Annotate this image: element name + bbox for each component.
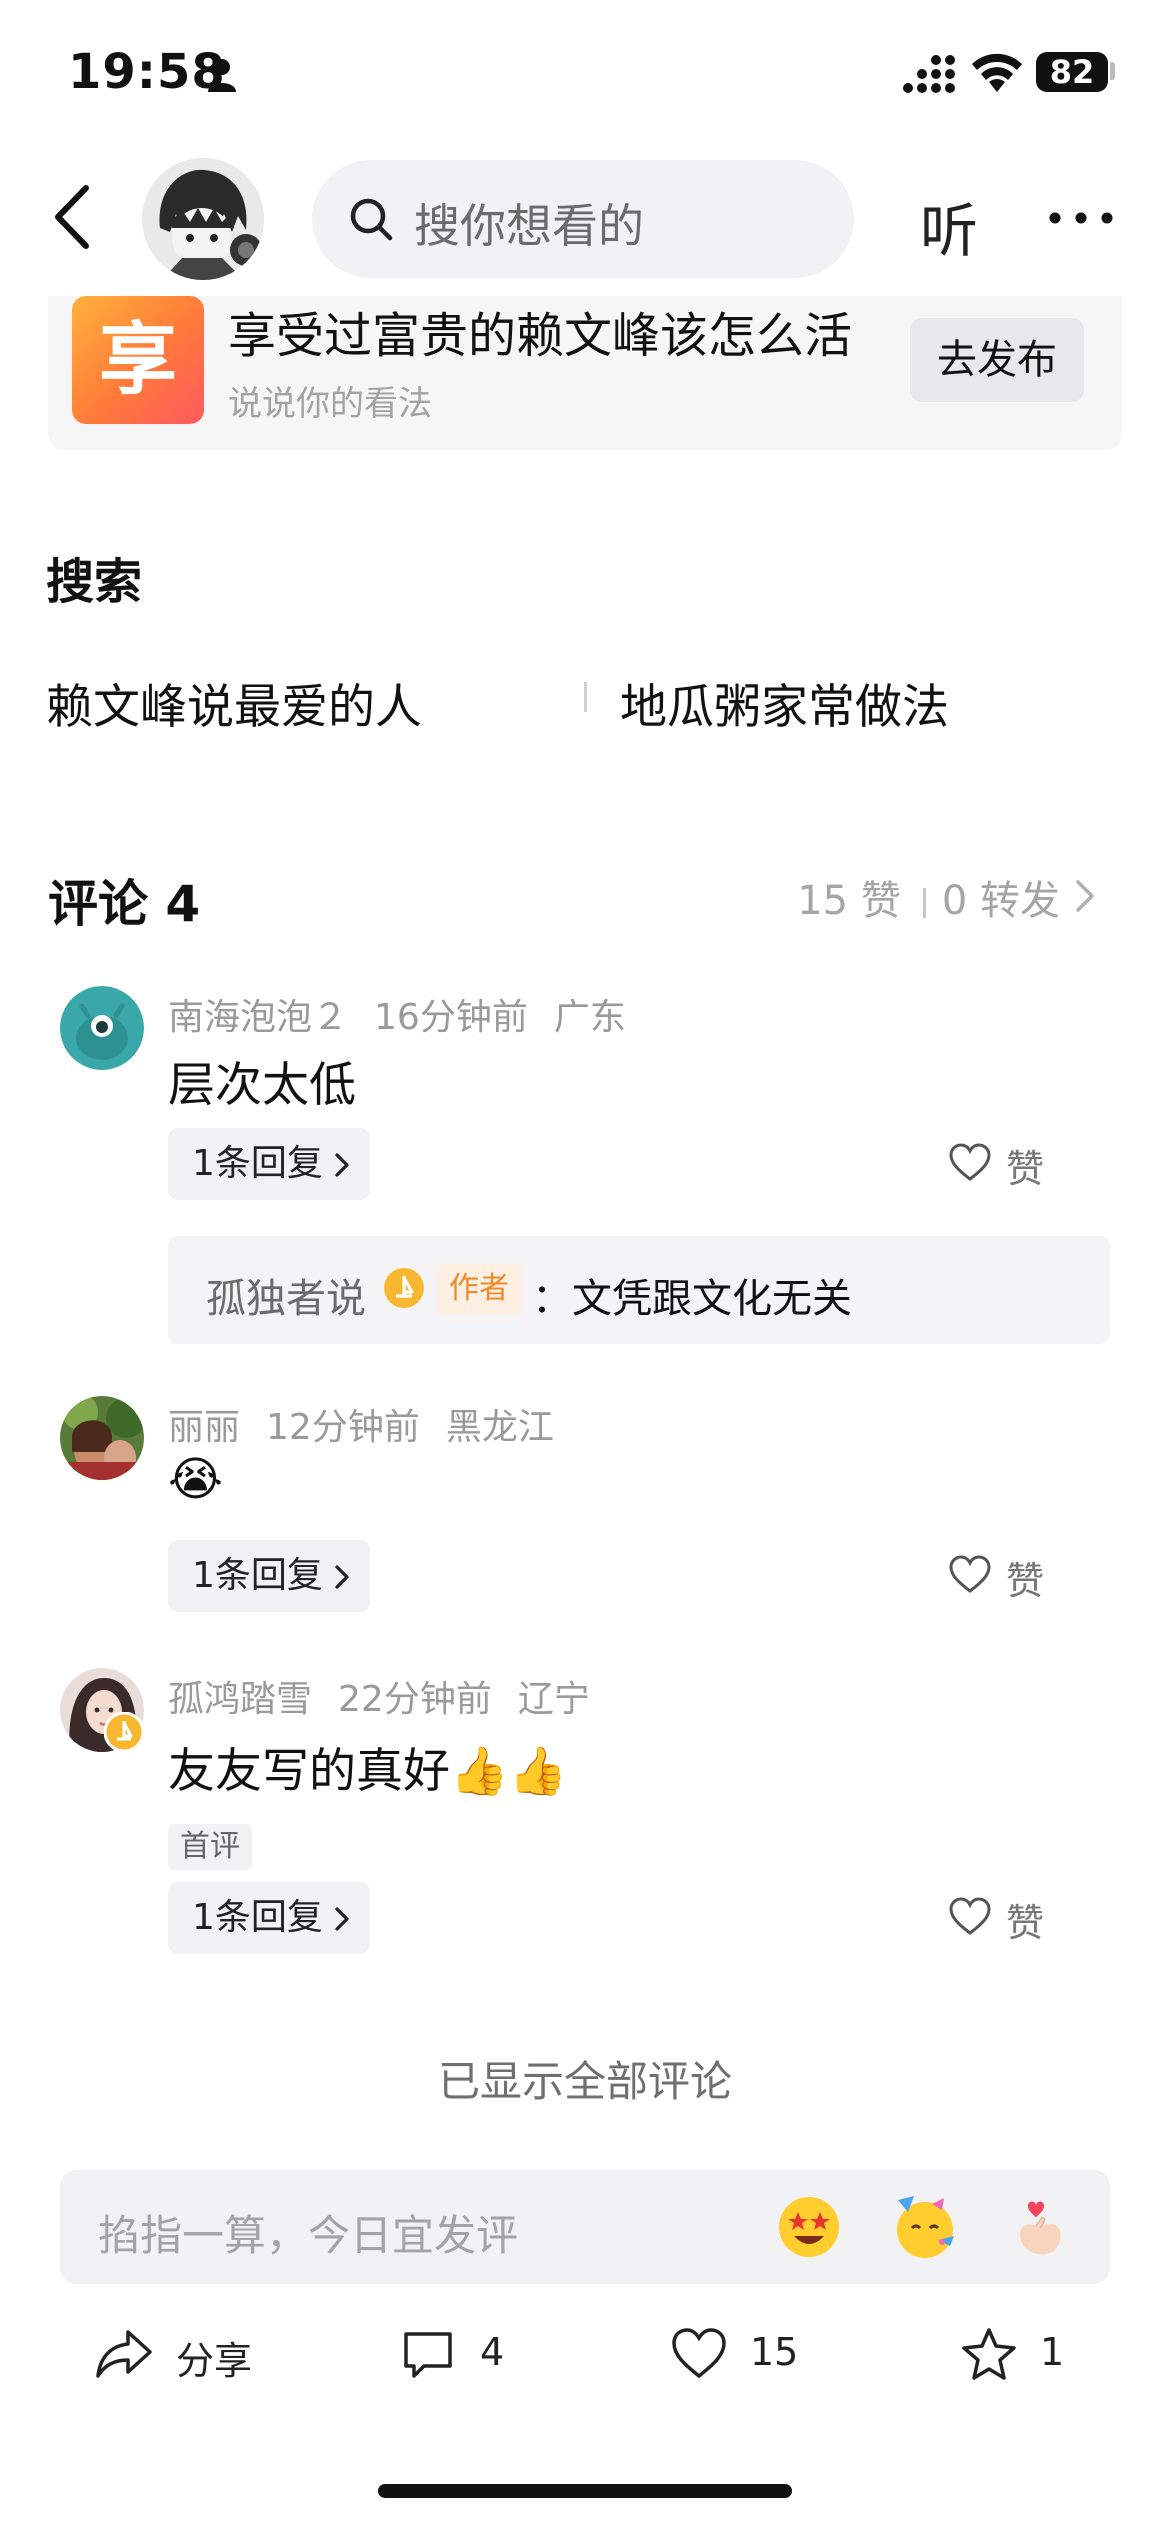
reply-preview[interactable]: 孤独者说 作者 ：文凭跟文化无关 — [168, 1236, 1110, 1344]
chevron-right-icon[interactable] — [1074, 878, 1096, 914]
commenter-name[interactable]: 南海泡泡２ — [168, 997, 348, 1038]
like-post-button[interactable]: 15 — [670, 2320, 810, 2390]
like-label: 赞 — [1006, 1147, 1045, 1191]
search-placeholder: 搜你想看的 — [414, 199, 644, 253]
favorite-button[interactable]: 1 — [960, 2320, 1080, 2390]
back-icon[interactable] — [50, 184, 94, 250]
commenter-name[interactable]: 孤鸿踏雪 — [168, 1679, 312, 1720]
heart-icon — [672, 2328, 726, 2379]
like-comment-button[interactable]: 赞 — [948, 1546, 1068, 1606]
reposts-count: 0 转发 — [941, 878, 1060, 924]
party-face-emoji-icon[interactable] — [892, 2194, 958, 2260]
search-icon — [350, 198, 393, 241]
share-label: 分享 — [176, 2339, 253, 2383]
comment-meta: 南海泡泡２ 16分钟前 广东 — [168, 988, 652, 1040]
home-indicator — [378, 2484, 792, 2498]
replies-label: 1条回复 — [192, 1143, 323, 1184]
comment-emoji: 😭 — [168, 1452, 223, 1507]
search-section-heading: 搜索 — [46, 554, 143, 610]
chevron-right-icon — [335, 1565, 349, 1589]
comment-button[interactable]: 4 — [400, 2320, 520, 2390]
first-comment-tag: 首评 — [168, 1824, 252, 1870]
like-comment-button[interactable]: 赞 — [948, 1888, 1068, 1948]
comment-time: 22分钟前 — [338, 1679, 492, 1720]
star-eyes-emoji-icon[interactable] — [776, 2194, 842, 2260]
favorite-count: 1 — [1040, 2330, 1065, 2374]
chevron-right-icon — [335, 1153, 349, 1177]
related-search-link[interactable]: 赖文峰说最爱的人 — [46, 668, 422, 737]
like-comment-button[interactable]: 赞 — [948, 1134, 1068, 1194]
related-search-link[interactable]: 地瓜粥家常做法 — [620, 668, 949, 737]
heart-icon — [949, 1897, 991, 1935]
topic-icon: 享 — [72, 296, 204, 424]
commenter-avatar[interactable] — [60, 1396, 144, 1480]
heart-icon — [949, 1143, 991, 1181]
comment-input[interactable]: 掐指一算，今日宜发评 — [60, 2170, 1110, 2284]
verified-badge-icon — [384, 1268, 424, 1308]
view-replies-button[interactable]: 1条回复 — [168, 1540, 370, 1612]
reply-text: ：文凭跟文化无关 — [532, 1276, 852, 1322]
comment-meta: 孤鸿踏雪 22分钟前 辽宁 — [168, 1670, 616, 1722]
battery-indicator: 82 — [1036, 52, 1108, 92]
comment-time: 16分钟前 — [374, 997, 528, 1038]
star-icon — [962, 2328, 1016, 2380]
like-label: 赞 — [1006, 1901, 1045, 1945]
reply-author-name[interactable]: 孤独者说 — [206, 1266, 366, 1324]
replies-label: 1条回复 — [192, 1897, 323, 1938]
topic-title: 享受过富贵的赖文峰该怎么活 — [228, 308, 853, 364]
verified-badge-icon — [104, 1712, 144, 1752]
chevron-right-icon — [335, 1907, 349, 1931]
all-comments-shown-label: 已显示全部评论 — [437, 2057, 732, 2106]
heart-icon — [949, 1555, 991, 1593]
comment-location: 广东 — [553, 997, 626, 1038]
comment-text: 层次太低 — [168, 1058, 356, 1113]
share-button[interactable]: 分享 — [94, 2320, 274, 2390]
divider — [922, 888, 926, 918]
author-avatar[interactable] — [142, 158, 264, 280]
battery-tip — [1110, 62, 1115, 80]
comments-title: 评论 4 — [48, 875, 201, 933]
comment-location: 辽宁 — [517, 1679, 590, 1720]
avatar-illustration — [142, 158, 264, 280]
search-input[interactable]: 搜你想看的 — [312, 160, 854, 278]
commenter-name[interactable]: 丽丽 — [168, 1407, 240, 1448]
status-bar: 19:58 82 — [0, 0, 1170, 150]
view-replies-button[interactable]: 1条回复 — [168, 1128, 370, 1200]
divider — [584, 682, 587, 712]
comment-location: 黑龙江 — [445, 1407, 554, 1448]
topic-subtitle: 说说你的看法 — [228, 384, 432, 424]
replies-label: 1条回复 — [192, 1555, 323, 1596]
publish-button[interactable]: 去发布 — [910, 318, 1084, 402]
avatar-illustration — [60, 1396, 144, 1480]
like-label: 赞 — [1006, 1559, 1045, 1603]
author-tag: 作者 — [436, 1264, 522, 1314]
wifi-icon — [972, 53, 1022, 92]
comment-time: 12分钟前 — [266, 1407, 420, 1448]
likes-count: 15 赞 — [797, 878, 901, 924]
listen-button[interactable]: 听 — [920, 184, 978, 268]
view-replies-button[interactable]: 1条回复 — [168, 1882, 370, 1954]
post-stats-link[interactable]: 15 赞 0 转发 — [797, 868, 1098, 926]
more-icon[interactable] — [1048, 204, 1114, 232]
comment-count: 4 — [480, 2330, 505, 2374]
comment-text: 友友写的真好👍👍 — [168, 1744, 568, 1799]
person-icon — [208, 59, 236, 92]
comment-icon — [404, 2332, 452, 2378]
commenter-avatar[interactable] — [60, 986, 144, 1070]
comment-input-placeholder: 掐指一算，今日宜发评 — [98, 2211, 519, 2260]
avatar-illustration — [60, 986, 144, 1070]
finger-heart-emoji-icon[interactable] — [1006, 2194, 1072, 2260]
comment-meta: 丽丽 12分钟前 黑龙江 — [168, 1398, 580, 1450]
status-time: 19:58 — [68, 44, 226, 100]
like-count: 15 — [750, 2330, 799, 2374]
share-icon — [96, 2330, 152, 2378]
cellular-signal-icon — [903, 55, 955, 93]
topic-card[interactable]: 享 享受过富贵的赖文峰该怎么活 说说你的看法 去发布 — [48, 296, 1122, 450]
